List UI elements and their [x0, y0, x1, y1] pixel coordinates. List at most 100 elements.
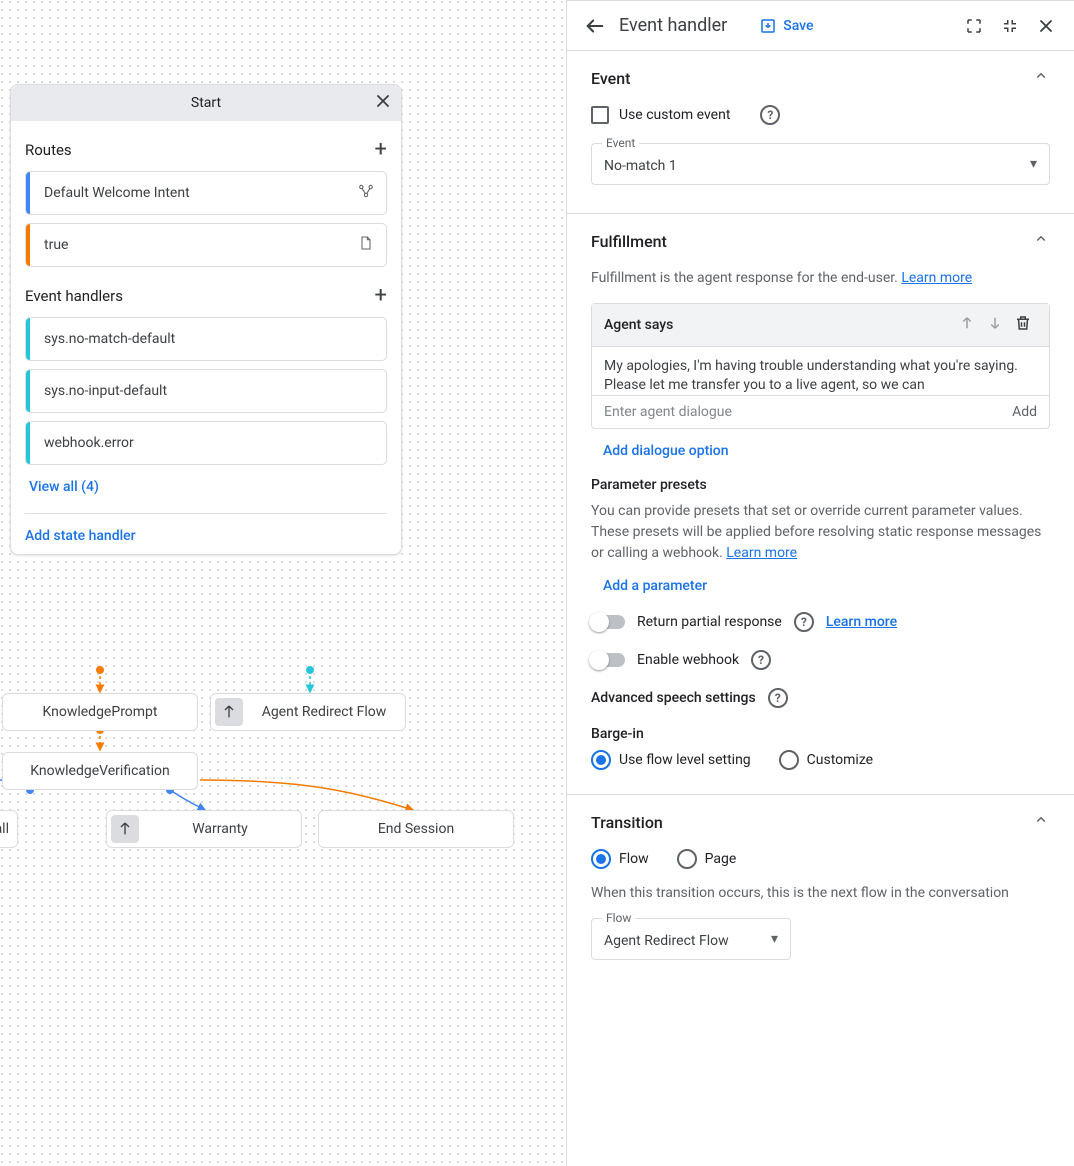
node-label: Warranty — [139, 821, 301, 837]
route-label: true — [30, 237, 358, 253]
panel-header: Event handler Save — [567, 1, 1074, 51]
transition-section: Transition Flow Page When this transitio… — [567, 795, 1074, 988]
route-item[interactable]: Default Welcome Intent — [25, 171, 387, 215]
chevron-up-icon[interactable] — [1032, 230, 1050, 252]
flow-canvas[interactable]: Start Routes + Default Welcome Intent tr… — [0, 0, 566, 1166]
flow-dropdown[interactable]: Flow Agent Redirect Flow ▾ — [591, 918, 791, 960]
flow-icon — [215, 698, 243, 726]
start-header: Start — [11, 85, 401, 121]
adv-speech-title: Advanced speech settings — [591, 690, 756, 706]
save-button[interactable]: Save — [759, 17, 813, 35]
field-value: Agent Redirect Flow — [604, 933, 729, 949]
handlers-label: Event handlers — [25, 287, 123, 305]
route-item[interactable]: true — [25, 223, 387, 267]
move-up-icon[interactable] — [953, 314, 981, 336]
agent-dialogue-input[interactable]: Enter agent dialogue — [604, 404, 1012, 420]
node-label: KnowledgePrompt — [42, 704, 157, 720]
node-warranty[interactable]: Warranty — [106, 810, 302, 848]
radio-label: Customize — [807, 752, 873, 768]
enable-webhook-label: Enable webhook — [637, 652, 739, 668]
chevron-up-icon[interactable] — [1032, 67, 1050, 89]
route-label: Default Welcome Intent — [30, 185, 358, 201]
node-label: End Session — [378, 821, 454, 837]
doc-icon[interactable] — [358, 235, 386, 255]
agent-says-box: Agent says My apologies, I'm having trou… — [591, 303, 1050, 429]
barge-in-customize-radio[interactable]: Customize — [779, 750, 873, 770]
barge-in-title: Barge-in — [591, 726, 1050, 742]
add-dialogue-option-link[interactable]: Add dialogue option — [603, 443, 729, 459]
help-icon[interactable]: ? — [760, 105, 780, 125]
section-title: Fulfillment — [591, 232, 667, 251]
enable-webhook-toggle[interactable] — [591, 653, 625, 667]
handler-item[interactable]: webhook.error — [25, 421, 387, 465]
section-title: Event — [591, 69, 630, 88]
return-partial-label: Return partial response — [637, 614, 782, 630]
section-title: Transition — [591, 813, 663, 832]
radio-label: Use flow level setting — [619, 752, 751, 768]
radio-label: Page — [705, 851, 737, 867]
close-icon[interactable] — [373, 91, 393, 115]
param-presets-desc: You can provide presets that set or over… — [591, 501, 1050, 564]
delete-icon[interactable] — [1009, 314, 1037, 336]
use-custom-event-checkbox[interactable] — [591, 106, 609, 124]
flow-icon — [111, 815, 139, 843]
help-icon[interactable]: ? — [794, 612, 814, 632]
node-label: KnowledgeVerification — [30, 763, 169, 779]
learn-more-link[interactable]: Learn more — [826, 614, 897, 630]
node-label: all — [0, 821, 17, 837]
fulfillment-section: Fulfillment Fulfillment is the agent res… — [567, 214, 1074, 795]
event-dropdown[interactable]: Event No-match 1 ▾ — [591, 143, 1050, 185]
panel-title: Event handler — [619, 15, 727, 36]
collapse-icon[interactable] — [998, 14, 1022, 38]
save-label: Save — [783, 18, 813, 34]
chevron-down-icon: ▾ — [771, 931, 778, 947]
add-parameter-link[interactable]: Add a parameter — [603, 578, 707, 594]
agent-dialogue-text[interactable]: My apologies, I'm having trouble underst… — [592, 347, 1049, 395]
node-end-session[interactable]: End Session — [318, 810, 514, 848]
help-icon[interactable]: ? — [768, 688, 788, 708]
return-partial-toggle[interactable] — [591, 615, 625, 629]
help-icon[interactable]: ? — [751, 650, 771, 670]
transition-page-radio[interactable]: Page — [677, 849, 737, 869]
node-label: Agent Redirect Flow — [243, 704, 405, 720]
routes-label: Routes — [25, 141, 72, 159]
handler-label: sys.no-input-default — [30, 383, 386, 399]
learn-more-link[interactable]: Learn more — [901, 270, 972, 286]
param-presets-title: Parameter presets — [591, 477, 1050, 493]
view-all-link[interactable]: View all (4) — [29, 479, 99, 495]
branch-icon[interactable] — [358, 183, 386, 203]
add-dialogue-button[interactable]: Add — [1012, 404, 1037, 420]
start-card: Start Routes + Default Welcome Intent tr… — [10, 84, 402, 555]
field-label: Event — [602, 136, 639, 150]
side-panel: Event handler Save Event Use custom even… — [566, 0, 1074, 1166]
node-knowledge-verification[interactable]: KnowledgeVerification — [2, 752, 198, 790]
barge-in-flow-level-radio[interactable]: Use flow level setting — [591, 750, 751, 770]
handler-item[interactable]: sys.no-match-default — [25, 317, 387, 361]
node-agent-redirect[interactable]: Agent Redirect Flow — [210, 693, 406, 731]
chevron-up-icon[interactable] — [1032, 811, 1050, 833]
handler-label: webhook.error — [30, 435, 386, 451]
node-knowledge-prompt[interactable]: KnowledgePrompt — [2, 693, 198, 731]
field-label: Flow — [602, 911, 635, 925]
fulfillment-desc: Fulfillment is the agent response for th… — [591, 268, 1050, 289]
use-custom-label: Use custom event — [619, 107, 730, 123]
field-value: No-match 1 — [604, 158, 677, 174]
expand-icon[interactable] — [962, 14, 986, 38]
add-state-handler-link[interactable]: Add state handler — [25, 528, 136, 544]
add-route-icon[interactable]: + — [375, 139, 387, 161]
radio-label: Flow — [619, 851, 649, 867]
agent-says-label: Agent says — [604, 317, 673, 333]
learn-more-link[interactable]: Learn more — [726, 545, 797, 561]
chevron-down-icon: ▾ — [1030, 156, 1037, 172]
node-partial[interactable]: all — [0, 810, 18, 848]
move-down-icon[interactable] — [981, 314, 1009, 336]
close-icon[interactable] — [1034, 14, 1058, 38]
transition-desc: When this transition occurs, this is the… — [591, 883, 1050, 904]
add-handler-icon[interactable]: + — [375, 285, 387, 307]
event-section: Event Use custom event ? Event No-match … — [567, 51, 1074, 214]
start-title: Start — [191, 95, 221, 111]
handler-label: sys.no-match-default — [30, 331, 386, 347]
handler-item[interactable]: sys.no-input-default — [25, 369, 387, 413]
transition-flow-radio[interactable]: Flow — [591, 849, 649, 869]
back-icon[interactable] — [583, 14, 607, 38]
